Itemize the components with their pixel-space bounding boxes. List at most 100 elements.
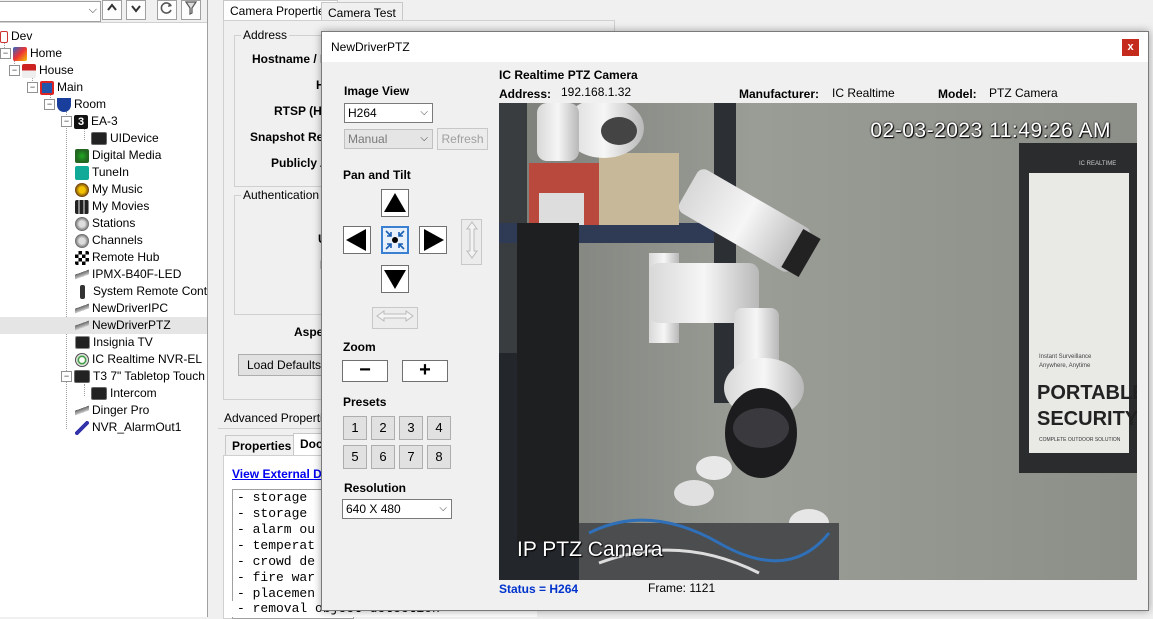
zoom-in-button[interactable]: + [402, 360, 448, 382]
refresh-button[interactable] [157, 0, 177, 20]
arrow-up-icon [384, 193, 406, 212]
address-group-title: Address [241, 28, 290, 42]
tree-item-label: IC Realtime NVR-EL [92, 352, 203, 366]
tab-camera-test[interactable]: Camera Test [321, 2, 403, 21]
horizontal-flip-button[interactable] [372, 307, 418, 329]
preset-3-button[interactable]: 3 [399, 416, 423, 440]
preset-2-button[interactable]: 2 [371, 416, 395, 440]
tree-item-label: Channels [92, 233, 143, 247]
preset-7-button[interactable]: 7 [399, 445, 423, 469]
tree-filter-combo[interactable]: ⌵ [0, 1, 101, 22]
collapse-icon[interactable]: − [27, 82, 38, 94]
tree-item-uidevice[interactable]: UIDevice [91, 130, 159, 147]
tree-item-t3-touch[interactable]: − T3 7" Tabletop Touch S [61, 368, 207, 385]
preset-8-button[interactable]: 8 [427, 445, 451, 469]
intercom-icon [91, 387, 107, 401]
tree-item-label: My Movies [92, 199, 150, 213]
tree-item-label: Dev [11, 29, 33, 43]
camera-icon [75, 403, 89, 418]
close-button[interactable]: x [1122, 39, 1139, 56]
tree-item-label: NewDriverPTZ [92, 318, 171, 332]
tree-item-ic-nvr[interactable]: IC Realtime NVR-EL [75, 351, 202, 368]
center-home-button[interactable] [381, 226, 409, 254]
tree-item-label: My Music [92, 182, 143, 196]
resolution-label: Resolution [344, 481, 406, 495]
tree-item-newdriveripc[interactable]: NewDriverIPC [75, 300, 168, 317]
tree-item-home[interactable]: − Home [0, 45, 62, 62]
refresh-button[interactable]: Refresh [437, 128, 488, 150]
tree-item-my-music[interactable]: My Music [75, 181, 143, 198]
image-view-select[interactable]: H264 ⌵ [344, 103, 433, 123]
resolution-select[interactable]: 640 X 480 ⌵ [342, 499, 452, 519]
chevron-down-icon: ⌵ [439, 503, 447, 514]
tree-item-house[interactable]: − House [9, 62, 74, 79]
tree-item-ea3[interactable]: −3 EA-3 [61, 113, 118, 130]
tilt-up-button[interactable] [381, 189, 409, 217]
tree-item-my-movies[interactable]: My Movies [75, 198, 149, 215]
controller-icon: 3 [74, 114, 88, 129]
pan-left-button[interactable] [343, 226, 371, 254]
load-defaults-button[interactable]: Load Defaults [238, 354, 331, 376]
svg-text:PORTABLE: PORTABLE [1037, 382, 1137, 404]
tree-item-dev[interactable]: Dev [0, 28, 32, 45]
home-icon [13, 46, 27, 61]
zoom-label: Zoom [343, 340, 376, 354]
status-text: Status = H264 [499, 582, 579, 596]
filter-button[interactable] [181, 0, 201, 20]
preset-1-button[interactable]: 1 [343, 416, 367, 440]
preset-5-button[interactable]: 5 [343, 445, 367, 469]
vertical-flip-button[interactable] [461, 219, 482, 265]
movies-icon [75, 199, 89, 214]
zoom-out-button[interactable]: − [342, 360, 388, 382]
tree-item-tunein[interactable]: TuneIn [75, 164, 129, 181]
move-down-button[interactable] [126, 0, 146, 20]
tunein-icon [75, 165, 89, 180]
dialog-titlebar[interactable]: NewDriverPTZ x [322, 32, 1148, 62]
tree-item-dinger-pro[interactable]: Dinger Pro [75, 402, 149, 419]
tilt-down-button[interactable] [381, 265, 409, 293]
preset-6-button[interactable]: 6 [371, 445, 395, 469]
camera-video-feed[interactable]: Instant Surveillance Anywhere, Anytime P… [499, 103, 1137, 580]
tree-item-label: IPMX-B40F-LED [92, 267, 182, 281]
collapse-icon[interactable]: − [61, 116, 72, 128]
tree-item-room[interactable]: − Room [44, 96, 106, 113]
horizontal-double-arrow-icon [376, 310, 414, 322]
tree-item-insignia-tv[interactable]: Insignia TV [75, 334, 153, 351]
collapse-icon[interactable]: − [0, 48, 11, 60]
tab-properties[interactable]: Properties [225, 435, 299, 456]
svg-text:SECURITY: SECURITY [1037, 408, 1137, 430]
view-external-docs-link[interactable]: View External D [232, 467, 322, 481]
center-icon [385, 230, 405, 250]
tree-item-remote-hub[interactable]: Remote Hub [75, 249, 159, 266]
nvr-icon [75, 352, 89, 367]
collapse-icon[interactable]: − [44, 99, 55, 111]
tree-item-ipmx[interactable]: IPMX-B40F-LED [75, 266, 181, 283]
digital-media-icon [75, 148, 89, 163]
camera-icon [75, 267, 89, 282]
pan-right-button[interactable] [419, 226, 447, 254]
tree-item-label: Main [57, 80, 84, 94]
tree-item-main[interactable]: − Main [27, 79, 83, 96]
svg-text:IC REALTIME: IC REALTIME [1079, 161, 1116, 167]
tree-item-intercom[interactable]: Intercom [91, 385, 157, 402]
tree-item-channels[interactable]: Channels [75, 232, 143, 249]
preset-4-button[interactable]: 4 [427, 416, 451, 440]
tree-item-label: Dinger Pro [92, 403, 150, 417]
collapse-icon[interactable]: − [61, 371, 72, 383]
svg-text:Anywhere, Anytime: Anywhere, Anytime [1039, 363, 1091, 369]
tree-item-label: Home [30, 46, 63, 60]
move-up-button[interactable] [102, 0, 122, 20]
collapse-icon[interactable]: − [9, 65, 20, 77]
tree-item-label: Digital Media [92, 148, 162, 162]
image-view-value: H264 [348, 106, 377, 120]
tree-item-system-remote[interactable]: System Remote Control [75, 283, 207, 300]
chevron-down-icon: ⌵ [88, 4, 97, 16]
model-label: Model: [938, 87, 977, 101]
refresh-mode-select[interactable]: Manual ⌵ [344, 129, 433, 149]
tree-item-stations[interactable]: Stations [75, 215, 135, 232]
tree-item-digital-media[interactable]: Digital Media [75, 147, 161, 164]
tree-item-nvr-alarmout1[interactable]: NVR_AlarmOut1 [75, 419, 181, 436]
splitter[interactable] [208, 0, 218, 617]
tree-item-newdriverptz[interactable]: NewDriverPTZ [0, 317, 207, 334]
publicly-accessible-label: Publicly A [271, 156, 329, 170]
